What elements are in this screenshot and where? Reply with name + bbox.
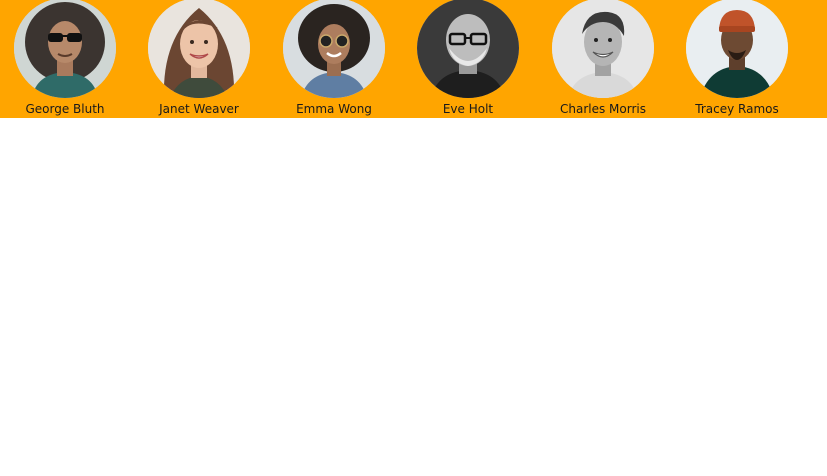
person-avatar-icon bbox=[417, 0, 519, 98]
avatar[interactable] bbox=[552, 0, 654, 98]
avatar[interactable] bbox=[417, 0, 519, 98]
user-card[interactable]: Eve Holt bbox=[401, 0, 535, 118]
user-name: Janet Weaver bbox=[159, 102, 239, 116]
user-name: Emma Wong bbox=[296, 102, 372, 116]
person-avatar-icon bbox=[686, 0, 788, 98]
user-name: Tracey Ramos bbox=[695, 102, 779, 116]
avatar[interactable] bbox=[283, 0, 385, 98]
avatar[interactable] bbox=[14, 0, 116, 98]
person-avatar-icon bbox=[552, 0, 654, 98]
user-list: George Bluth Janet Weaver Emma Wong Eve … bbox=[0, 0, 827, 118]
user-name: George Bluth bbox=[25, 102, 105, 116]
user-card[interactable]: George Bluth bbox=[0, 0, 132, 118]
user-card[interactable]: Tracey Ramos bbox=[670, 0, 804, 118]
user-card[interactable]: Janet Weaver bbox=[132, 0, 266, 118]
avatar[interactable] bbox=[148, 0, 250, 98]
person-avatar-icon bbox=[148, 0, 250, 98]
avatar[interactable] bbox=[686, 0, 788, 98]
user-card[interactable]: Emma Wong bbox=[267, 0, 401, 118]
user-name: Eve Holt bbox=[442, 102, 494, 116]
person-avatar-icon bbox=[14, 0, 116, 98]
user-card[interactable]: Charles Morris bbox=[536, 0, 670, 118]
user-name: Charles Morris bbox=[560, 102, 646, 116]
person-avatar-icon bbox=[283, 0, 385, 98]
